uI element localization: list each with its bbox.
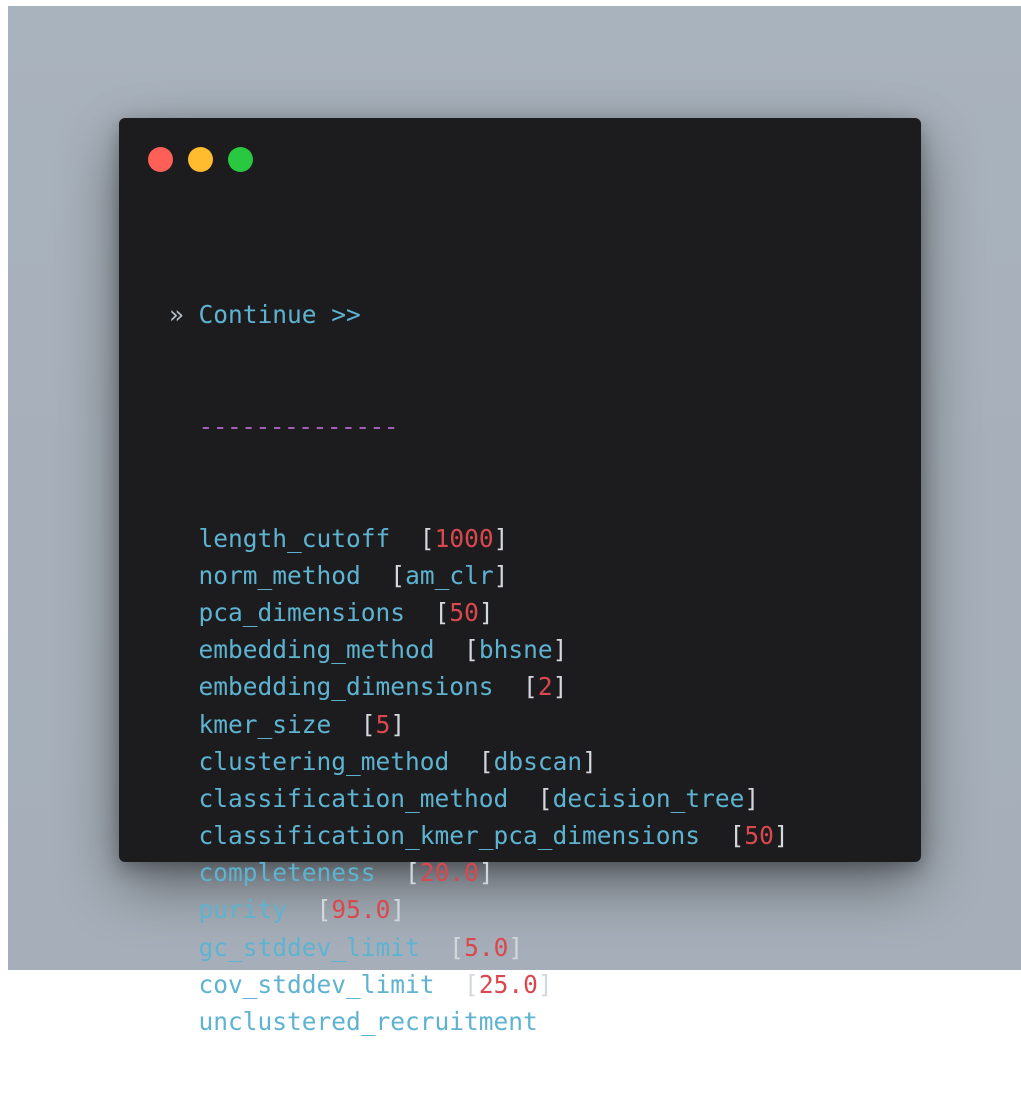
minimize-window-button[interactable] <box>188 147 213 172</box>
value-close-bracket: ] <box>508 932 524 962</box>
value-open-bracket: [ <box>419 523 435 553</box>
value-open-bracket: [ <box>360 709 376 739</box>
option-item[interactable]: embedding_dimensions [2] <box>169 668 789 705</box>
option-item[interactable]: purity [95.0] <box>169 891 789 928</box>
option-item[interactable]: kmer_size [5] <box>169 706 789 743</box>
option-item[interactable]: clustering_method [dbscan] <box>169 743 789 780</box>
option-name: embedding_method <box>198 635 435 665</box>
option-value: 25.0 <box>478 969 538 999</box>
value-open-bracket: [ <box>537 783 553 813</box>
option-item[interactable]: gc_stddev_limit [5.0] <box>169 929 789 966</box>
value-close-bracket: ] <box>493 523 509 553</box>
option-name: pca_dimensions <box>198 597 406 627</box>
value-close-bracket: ] <box>773 821 789 851</box>
value-open-bracket: [ <box>478 746 494 776</box>
terminal-output: » Continue >> -------------- length_cuto… <box>169 222 789 1115</box>
value-open-bracket: [ <box>464 635 479 665</box>
value-open-bracket: [ <box>390 560 406 590</box>
value-close-bracket: ] <box>582 746 597 776</box>
option-name: kmer_size <box>198 709 332 739</box>
option-value: bhsne <box>478 635 553 665</box>
option-name: unclustered_recruitment <box>198 1007 538 1037</box>
option-name: length_cutoff <box>198 523 391 553</box>
option-value: 20.0 <box>419 858 479 888</box>
option-item[interactable]: classification_method [decision_tree] <box>169 780 789 817</box>
option-item[interactable]: cov_stddev_limit [25.0] <box>169 966 789 1003</box>
value-open-bracket: [ <box>405 858 420 888</box>
option-value: 5 <box>375 709 391 739</box>
options-list[interactable]: length_cutoff [1000] norm_method [am_clr… <box>169 520 789 1041</box>
value-close-bracket: ] <box>552 672 568 702</box>
value-close-bracket: ] <box>390 895 406 925</box>
option-name: clustering_method <box>198 746 450 776</box>
option-value: 5.0 <box>464 932 509 962</box>
option-item[interactable]: classification_kmer_pca_dimensions [50] <box>169 817 789 854</box>
value-open-bracket: [ <box>523 672 538 702</box>
option-value: decision_tree <box>552 783 745 813</box>
value-close-bracket: ] <box>744 783 760 813</box>
value-open-bracket: [ <box>464 969 479 999</box>
option-value: 95.0 <box>331 895 391 925</box>
value-open-bracket: [ <box>729 821 745 851</box>
option-value: 2 <box>537 672 553 702</box>
value-close-bracket: ] <box>552 635 568 665</box>
option-item[interactable]: completeness [20.0] <box>169 854 789 891</box>
value-close-bracket: ] <box>537 969 553 999</box>
option-name: cov_stddev_limit <box>198 969 435 999</box>
option-name: embedding_dimensions <box>198 672 494 702</box>
option-item[interactable]: norm_method [am_clr] <box>169 557 789 594</box>
separator-line: -------------- <box>169 408 789 445</box>
value-close-bracket: ] <box>390 709 406 739</box>
maximize-window-button[interactable] <box>228 147 253 172</box>
value-open-bracket: [ <box>316 895 332 925</box>
option-item[interactable]: unclustered_recruitment <box>169 1003 789 1040</box>
option-value: 50 <box>449 597 479 627</box>
option-item[interactable]: length_cutoff [1000] <box>169 520 789 557</box>
option-item[interactable]: pca_dimensions [50] <box>169 594 789 631</box>
option-name: classification_method <box>198 783 509 813</box>
option-value: dbscan <box>493 746 583 776</box>
value-open-bracket: [ <box>434 597 450 627</box>
option-name: gc_stddev_limit <box>198 932 420 962</box>
option-value: am_clr <box>405 560 494 590</box>
option-name: purity <box>198 895 288 925</box>
terminal-window: » Continue >> -------------- length_cuto… <box>119 118 921 1036</box>
prompt-heading: Continue >> <box>198 300 361 330</box>
close-window-button[interactable] <box>148 147 173 172</box>
option-name: completeness <box>198 858 376 888</box>
value-open-bracket: [ <box>449 932 465 962</box>
option-name: norm_method <box>198 560 361 590</box>
prompt-line: » Continue >> <box>169 296 789 333</box>
option-item[interactable]: embedding_method [bhsne] <box>169 631 789 668</box>
value-close-bracket: ] <box>493 560 509 590</box>
option-value: 1000 <box>434 523 494 553</box>
value-close-bracket: ] <box>478 597 494 627</box>
separator: -------------- <box>198 412 399 441</box>
option-value: 50 <box>744 821 774 851</box>
value-close-bracket: ] <box>478 858 494 888</box>
option-name: classification_kmer_pca_dimensions <box>198 821 701 851</box>
prompt-symbol: » <box>169 300 184 330</box>
